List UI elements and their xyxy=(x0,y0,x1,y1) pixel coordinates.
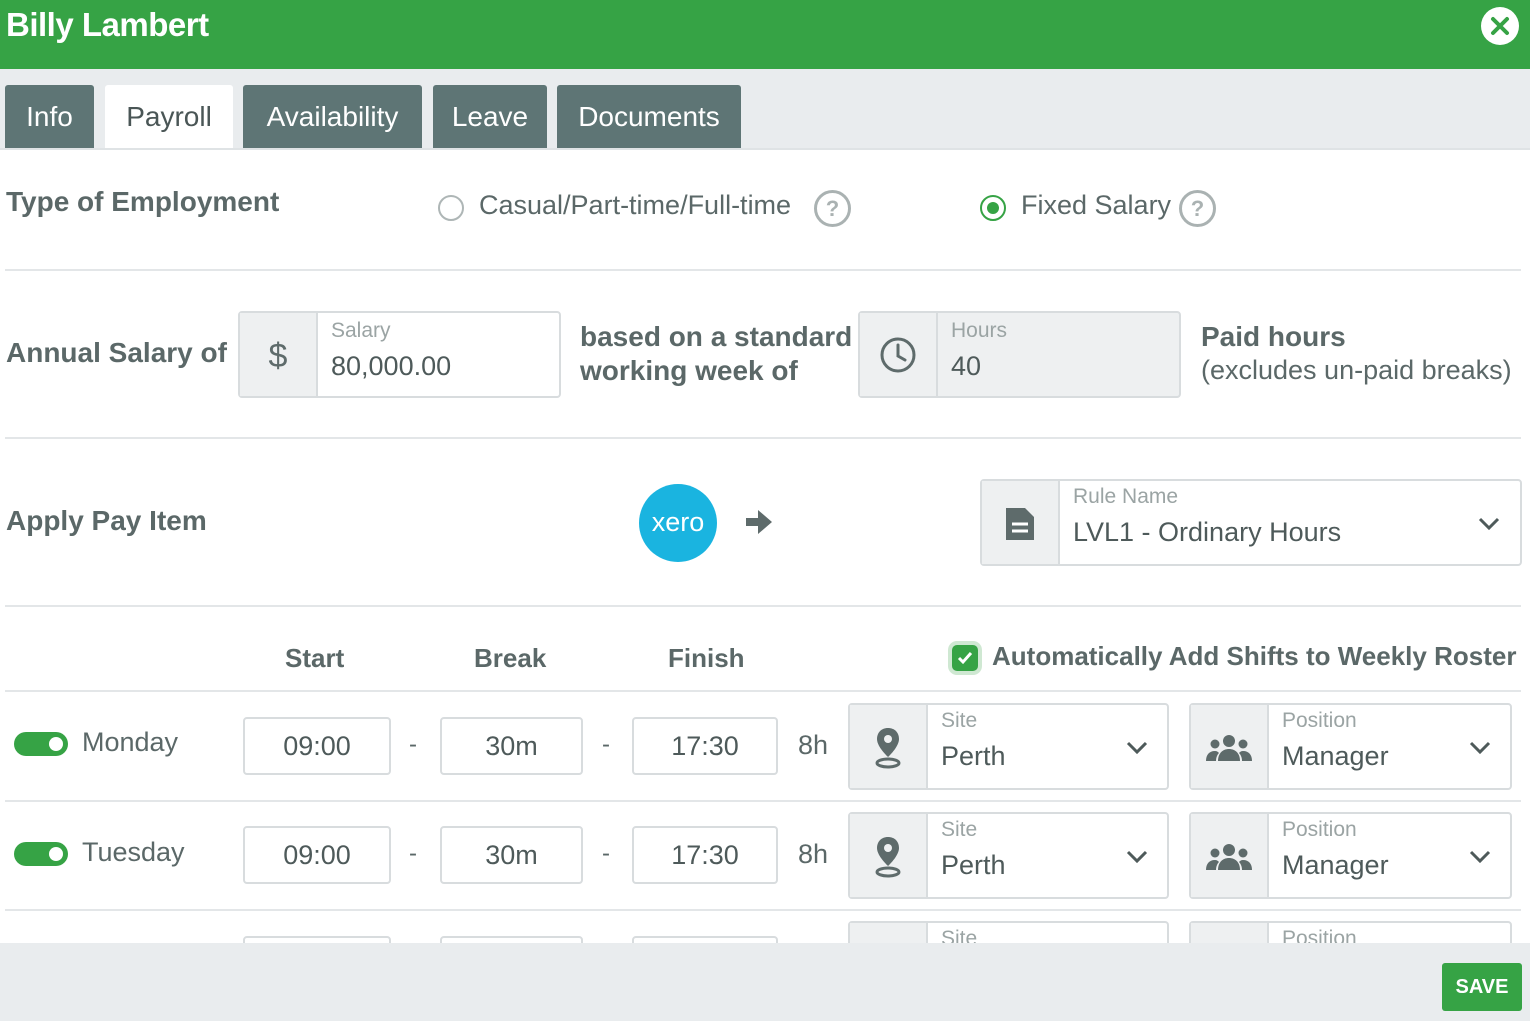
dollar-icon-box: $ xyxy=(240,313,318,396)
radio-casual[interactable] xyxy=(438,195,464,221)
tab-availability[interactable]: Availability xyxy=(243,85,422,148)
users-icon-box xyxy=(1191,814,1269,897)
clock-icon xyxy=(880,337,916,373)
divider xyxy=(5,269,1521,271)
standard-week-text-1: based on a standard xyxy=(580,321,853,352)
position-select[interactable]: Position Manager xyxy=(1189,812,1512,899)
chevron-down-icon xyxy=(1126,741,1148,755)
help-icon[interactable]: ? xyxy=(814,190,851,227)
tab-documents[interactable]: Documents xyxy=(557,85,741,148)
paid-hours-title: Paid hours xyxy=(1201,321,1346,352)
hours-field[interactable]: Hours 40 xyxy=(858,311,1181,398)
col-start-header: Start xyxy=(285,643,345,673)
auto-add-label: Automatically Add Shifts to Weekly Roste… xyxy=(992,641,1517,671)
apply-pay-item-label: Apply Pay Item xyxy=(6,505,207,536)
annual-salary-label: Annual Salary of xyxy=(6,337,227,368)
help-icon[interactable]: ? xyxy=(1179,190,1216,227)
divider xyxy=(5,605,1521,607)
save-button[interactable]: SAVE xyxy=(1442,963,1522,1011)
day-toggle-monday[interactable] xyxy=(14,732,68,756)
divider xyxy=(5,909,1521,911)
site-value: Perth xyxy=(941,850,1006,880)
site-value: Perth xyxy=(941,741,1006,771)
separator: - xyxy=(602,840,610,867)
auto-add-checkbox[interactable] xyxy=(952,645,978,671)
check-icon xyxy=(957,652,973,665)
modal-footer xyxy=(0,943,1530,1021)
position-select[interactable]: Position Manager xyxy=(1189,703,1512,790)
finish-time-input[interactable]: 17:30 xyxy=(632,717,778,775)
position-value: Manager xyxy=(1282,850,1389,880)
site-select[interactable]: Site Perth xyxy=(848,812,1169,899)
location-icon-box xyxy=(850,705,928,788)
col-finish-header: Finish xyxy=(668,643,745,673)
separator: - xyxy=(602,731,610,758)
break-input[interactable]: 30m xyxy=(440,717,583,775)
shift-hours: 8h xyxy=(798,730,829,760)
finish-time-input[interactable]: 17:30 xyxy=(632,826,778,884)
separator: - xyxy=(409,731,417,758)
site-field-label: Site xyxy=(941,709,978,732)
users-icon xyxy=(1206,735,1252,761)
document-icon-box xyxy=(982,481,1060,564)
position-value: Manager xyxy=(1282,741,1389,771)
col-break-header: Break xyxy=(474,643,547,673)
users-icon xyxy=(1206,844,1252,870)
day-label: Tuesday xyxy=(82,837,185,867)
tab-bar: Info Payroll Availability Leave Document… xyxy=(0,69,1530,150)
location-pin-icon xyxy=(875,728,901,769)
radio-fixed-salary[interactable] xyxy=(980,195,1006,221)
arrow-right-icon xyxy=(746,510,772,534)
rule-name-value: LVL1 - Ordinary Hours xyxy=(1073,517,1342,547)
chevron-down-icon xyxy=(1469,850,1491,864)
close-button[interactable] xyxy=(1481,7,1519,45)
paid-hours-note: (excludes un-paid breaks) xyxy=(1201,355,1512,385)
radio-casual-label: Casual/Part-time/Full-time xyxy=(479,190,792,220)
users-icon-box xyxy=(1191,705,1269,788)
day-toggle-tuesday[interactable] xyxy=(14,842,68,866)
divider xyxy=(5,800,1521,802)
employment-type-label: Type of Employment xyxy=(6,186,280,217)
rule-name-select[interactable]: Rule Name LVL1 - Ordinary Hours xyxy=(980,479,1522,566)
clock-icon-box xyxy=(860,313,938,396)
day-label: Monday xyxy=(82,727,179,757)
document-icon xyxy=(1006,508,1034,540)
salary-value[interactable]: 80,000.00 xyxy=(331,351,451,382)
radio-fixed-salary-label: Fixed Salary xyxy=(1021,190,1172,220)
start-time-input[interactable]: 09:00 xyxy=(243,717,391,775)
position-field-label: Position xyxy=(1282,709,1357,732)
break-input[interactable]: 30m xyxy=(440,826,583,884)
rule-name-label: Rule Name xyxy=(1073,485,1179,508)
hours-value[interactable]: 40 xyxy=(951,351,981,382)
svg-text:$: $ xyxy=(269,337,288,373)
chevron-down-icon xyxy=(1126,850,1148,864)
divider xyxy=(5,690,1521,692)
shift-hours: 8h xyxy=(798,839,829,869)
employee-name: Billy Lambert xyxy=(6,6,209,43)
xero-logo: xero xyxy=(639,484,717,562)
salary-field-label: Salary xyxy=(331,319,391,342)
salary-field[interactable]: $ Salary 80,000.00 xyxy=(238,311,561,398)
location-pin-icon xyxy=(875,837,901,878)
site-field-label: Site xyxy=(941,818,978,841)
modal-header: Billy Lambert xyxy=(0,0,1530,69)
separator: - xyxy=(409,840,417,867)
tab-info[interactable]: Info xyxy=(5,85,94,148)
tab-leave[interactable]: Leave xyxy=(433,85,547,148)
location-icon-box xyxy=(850,814,928,897)
start-time-input[interactable]: 09:00 xyxy=(243,826,391,884)
chevron-down-icon xyxy=(1469,741,1491,755)
standard-week-text-2: working week of xyxy=(580,355,798,386)
chevron-down-icon xyxy=(1478,517,1500,531)
close-icon xyxy=(1491,17,1509,35)
dollar-icon: $ xyxy=(269,337,288,373)
position-field-label: Position xyxy=(1282,818,1357,841)
divider xyxy=(5,437,1521,439)
hours-field-label: Hours xyxy=(951,319,1008,342)
tab-payroll[interactable]: Payroll xyxy=(105,85,233,148)
site-select[interactable]: Site Perth xyxy=(848,703,1169,790)
